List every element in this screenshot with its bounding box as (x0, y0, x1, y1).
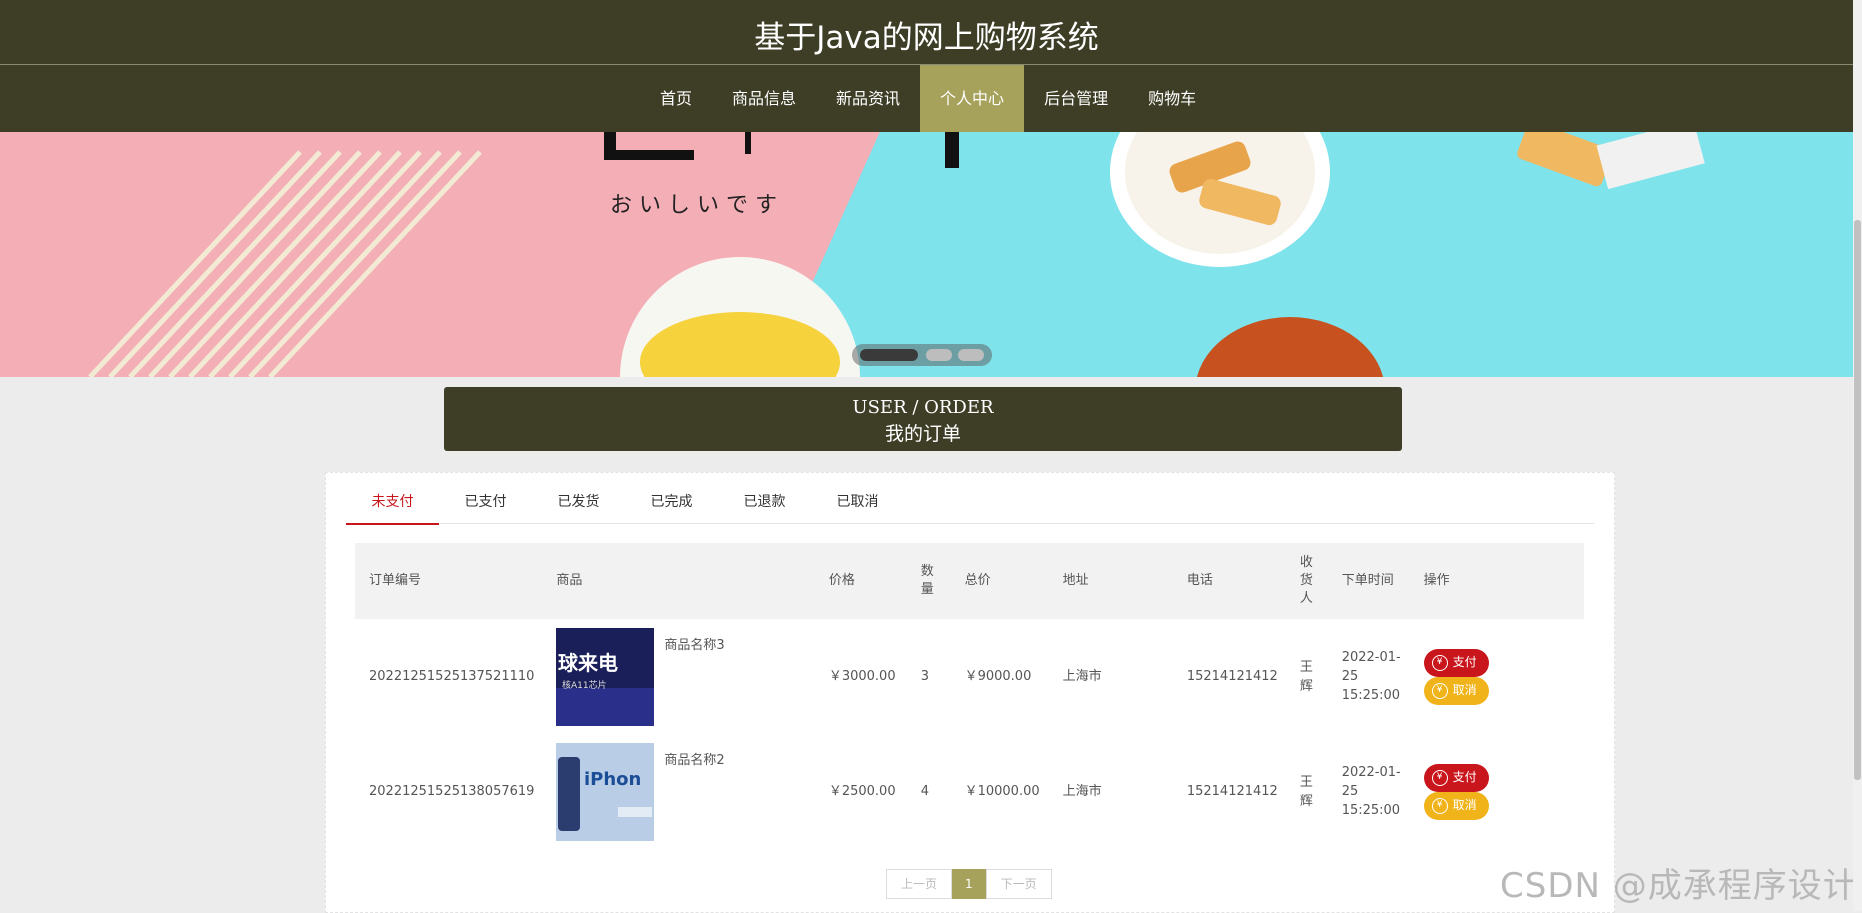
col-qty: 数量 (920, 564, 934, 597)
yen-icon: ¥ (1431, 797, 1448, 814)
tab-completed[interactable]: 已完成 (625, 473, 718, 523)
tab-refunded[interactable]: 已退款 (718, 473, 811, 523)
site-title: 基于Java的网上购物系统 (754, 20, 1099, 56)
orders-panel: 未支付 已支付 已发货 已完成 已退款 已取消 订单编号 商品 价格 数量 总价… (325, 472, 1615, 913)
col-receiver: 收货人 (1299, 555, 1313, 606)
product-name[interactable]: 商品名称3 (664, 636, 724, 655)
phone: 15214121412 (1186, 669, 1278, 684)
order-no: 20221251525137521110 (369, 669, 535, 684)
actions-cell: ¥ 支付 ¥ 取消 (1410, 619, 1584, 734)
order-time: 2022-01-25 15:25:00 (1341, 765, 1401, 818)
col-phone: 电话 (1186, 573, 1213, 588)
product-thumbnail[interactable]: 球来电 核A11芯片 (556, 627, 655, 726)
section-title-en: USER / ORDER (852, 397, 994, 418)
site-header: 基于Java的网上购物系统 (0, 0, 1853, 65)
banner-caption: お い し い で す (610, 193, 777, 218)
pay-button[interactable]: ¥ 支付 (1423, 648, 1489, 677)
banner-carousel[interactable]: お い し い で す (0, 132, 1853, 377)
order-time: 2022-01-25 15:25:00 (1341, 650, 1401, 703)
prev-page-button[interactable]: 上一页 (886, 869, 953, 899)
page-scrollbar[interactable] (1853, 0, 1862, 911)
nav-item-profile[interactable]: 个人中心 (920, 65, 1025, 132)
total: ￥9000.00 (964, 669, 1032, 684)
tab-shipped[interactable]: 已发货 (532, 473, 625, 523)
thumbnail-subtext: 核A11芯片 (562, 679, 607, 691)
product-name[interactable]: 商品名称2 (664, 751, 724, 770)
table-row: 20221251525138057619 iPhon 商品名称2 ￥2500.0… (355, 734, 1584, 849)
tab-unpaid[interactable]: 未支付 (346, 473, 439, 525)
carousel-dot-2[interactable] (926, 349, 952, 361)
section-header: USER / ORDER 我的订单 (444, 387, 1402, 451)
phone: 15214121412 (1186, 784, 1278, 799)
page-number-current[interactable]: 1 (952, 869, 986, 899)
price: ￥3000.00 (828, 669, 896, 684)
price: ￥2500.00 (828, 784, 896, 799)
nav-item-admin[interactable]: 后台管理 (1024, 65, 1128, 132)
pagination: 上一页 1 下一页 (886, 869, 1052, 899)
pay-label: 支付 (1452, 770, 1477, 784)
col-address: 地址 (1062, 573, 1089, 588)
col-order-no: 订单编号 (369, 573, 422, 588)
thumbnail-text: iPhon (584, 769, 641, 790)
table-header-row: 订单编号 商品 价格 数量 总价 地址 电话 收货人 下单时间 操作 (355, 543, 1584, 619)
address: 上海市 (1062, 669, 1102, 684)
col-product: 商品 (556, 573, 583, 588)
next-page-button[interactable]: 下一页 (985, 869, 1052, 899)
table-row: 20221251525137521110 球来电 核A11芯片 商品名称3 ￥3… (355, 619, 1584, 734)
watermark: CSDN @成承程序设计 (1500, 866, 1858, 906)
col-total: 总价 (964, 573, 991, 588)
cancel-label: 取消 (1452, 798, 1477, 812)
col-actions: 操作 (1423, 573, 1450, 588)
product-cell: 球来电 核A11芯片 商品名称3 (542, 619, 814, 734)
col-price: 价格 (828, 573, 855, 588)
scrollbar-thumb[interactable] (1854, 220, 1861, 780)
yen-icon: ¥ (1431, 769, 1448, 786)
nav-item-products[interactable]: 商品信息 (712, 65, 816, 132)
thumbnail-text: 球来电 (558, 651, 618, 675)
pay-button[interactable]: ¥ 支付 (1423, 763, 1489, 792)
quantity: 3 (920, 669, 930, 684)
orders-table: 订单编号 商品 价格 数量 总价 地址 电话 收货人 下单时间 操作 20221… (355, 543, 1584, 849)
banner-image: お い し い で す (0, 132, 1853, 377)
product-cell: iPhon 商品名称2 (542, 734, 814, 849)
cancel-label: 取消 (1452, 683, 1477, 697)
product-thumbnail[interactable]: iPhon (556, 742, 655, 841)
receiver: 王辉 (1299, 774, 1313, 809)
address: 上海市 (1062, 784, 1102, 799)
order-status-tabs: 未支付 已支付 已发货 已完成 已退款 已取消 (346, 473, 1594, 525)
cancel-button[interactable]: ¥ 取消 (1423, 676, 1489, 705)
cancel-button[interactable]: ¥ 取消 (1423, 791, 1489, 820)
pay-label: 支付 (1452, 655, 1477, 669)
yen-icon: ¥ (1431, 654, 1448, 671)
total: ￥10000.00 (964, 784, 1040, 799)
main-nav: 首页 商品信息 新品资讯 个人中心 后台管理 购物车 (0, 65, 1853, 132)
carousel-dot-3[interactable] (958, 349, 984, 361)
col-time: 下单时间 (1341, 573, 1394, 588)
carousel-dot-1[interactable] (860, 349, 918, 361)
order-no: 20221251525138057619 (369, 784, 535, 799)
nav-item-news[interactable]: 新品资讯 (816, 65, 920, 132)
yen-icon: ¥ (1431, 682, 1448, 699)
tab-cancelled[interactable]: 已取消 (811, 473, 904, 523)
section-title-cn: 我的订单 (884, 423, 961, 445)
quantity: 4 (920, 784, 930, 799)
actions-cell: ¥ 支付 ¥ 取消 (1410, 734, 1584, 849)
nav-item-cart[interactable]: 购物车 (1128, 65, 1216, 132)
nav-item-home[interactable]: 首页 (640, 65, 712, 132)
receiver: 王辉 (1299, 659, 1313, 694)
tab-paid[interactable]: 已支付 (439, 473, 532, 523)
